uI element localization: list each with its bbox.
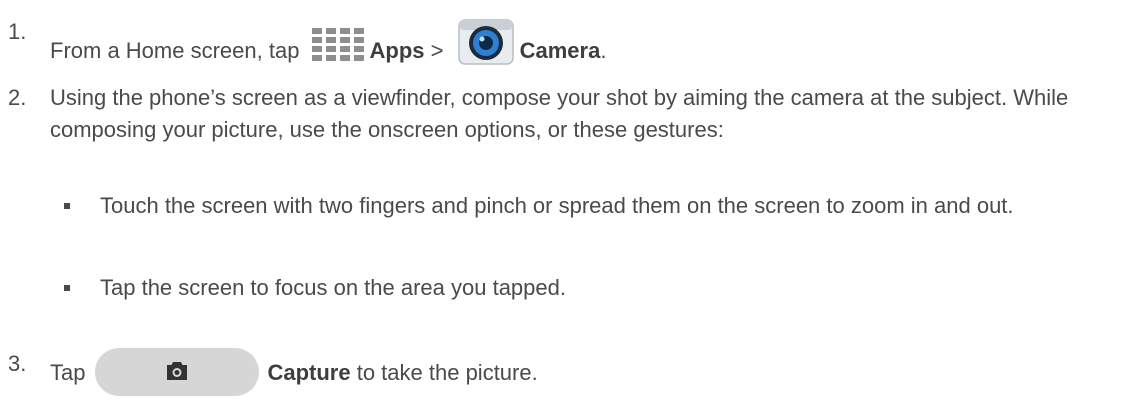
step-text: Using the phone’s screen as a viewfinder…: [50, 85, 1069, 142]
apps-grid-icon: [310, 26, 366, 64]
camera-label: Camera: [519, 38, 601, 63]
step-body: From a Home screen, tap Apps > Camera.: [50, 16, 1110, 67]
step-text: Tap: [50, 360, 86, 385]
camera-icon: [167, 362, 188, 380]
step-number: 1.: [8, 19, 27, 44]
separator: >: [424, 38, 450, 63]
camera-app-icon: [457, 16, 514, 66]
step-text-end: to take the picture.: [350, 360, 538, 385]
capture-button: [95, 348, 260, 396]
step-text-end: .: [600, 38, 607, 63]
step-text: From a Home screen, tap: [50, 38, 306, 63]
apps-label: Apps: [369, 38, 425, 63]
step-body: Tap Capture to take the picture.: [50, 348, 1110, 396]
bullet-text: Tap the screen to focus on the area you …: [100, 275, 566, 300]
step-number: 3.: [8, 351, 27, 376]
bullet-text: Touch the screen with two fingers and pi…: [100, 193, 1014, 218]
step-number: 2.: [8, 85, 27, 110]
bullet-marker: [64, 203, 70, 209]
bullet-marker: [64, 285, 70, 291]
instruction-document: 1. From a Home screen, tap Apps > Camera…: [0, 0, 1123, 410]
capture-label: Capture: [267, 360, 351, 385]
